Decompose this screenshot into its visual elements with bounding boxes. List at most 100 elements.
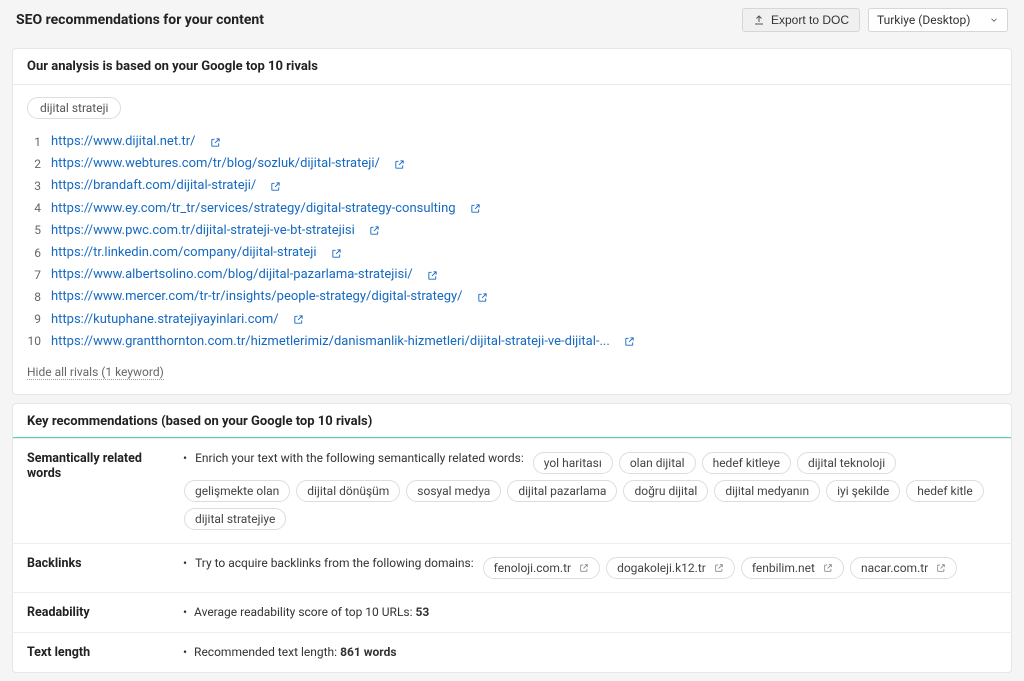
backlink-domain-pill[interactable]: fenbilim.net (741, 557, 844, 579)
external-link-icon[interactable] (331, 248, 342, 259)
bullet-icon: • (183, 556, 187, 570)
rival-link[interactable]: https://www.webtures.com/tr/blog/sozluk/… (51, 155, 380, 173)
rival-link[interactable]: https://kutuphane.stratejiyayinlari.com/ (51, 311, 279, 329)
rival-item: 3 https://brandaft.com/dijital-strateji/ (27, 175, 997, 197)
rivals-card: Our analysis is based on your Google top… (12, 48, 1012, 395)
rival-number: 6 (27, 245, 41, 262)
semantic-word-pill[interactable]: dijital stratejiye (184, 508, 286, 530)
bullet-icon: • (183, 451, 187, 465)
region-select[interactable]: Turkiye (Desktop) (868, 8, 1008, 32)
rival-item: 2 https://www.webtures.com/tr/blog/sozluk… (27, 153, 997, 175)
semantic-word-pill[interactable]: doğru dijital (623, 480, 708, 502)
backlinks-label: Backlinks (13, 544, 183, 592)
rivals-card-body: dijital strateji 1 https://www.dijital.ne… (13, 85, 1011, 394)
rival-number: 5 (27, 222, 41, 239)
external-link-icon[interactable] (369, 225, 380, 236)
semantic-word-pill[interactable]: dijital teknoloji (797, 452, 896, 474)
semantic-label: Semantically related words (13, 439, 183, 543)
hide-rivals-link[interactable]: Hide all rivals (1 keyword) (27, 365, 164, 380)
semantic-word-pill[interactable]: gelişmekte olan (184, 480, 290, 502)
semantic-word-pill[interactable]: hedef kitle (906, 480, 983, 502)
rival-link[interactable]: https://www.albertsolino.com/blog/dijita… (51, 266, 413, 284)
key-recommendations-heading: Key recommendations (based on your Googl… (13, 404, 1011, 438)
semantic-word-pill[interactable]: hedef kitleye (702, 452, 791, 474)
page-title: SEO recommendations for your content (16, 12, 264, 28)
header-actions: Export to DOC Turkiye (Desktop) (742, 8, 1008, 32)
semantic-word-pill[interactable]: dijital pazarlama (507, 480, 617, 502)
semantic-word-pill[interactable]: dijital dönüşüm (296, 480, 400, 502)
rival-number: 7 (27, 267, 41, 284)
bullet-icon: • (183, 645, 187, 659)
readability-text: Average readability score of top 10 URLs… (194, 605, 415, 619)
external-link-icon (714, 563, 724, 573)
rival-item: 1 https://www.dijital.net.tr/ (27, 131, 997, 153)
semantic-word-pill[interactable]: iyi şekilde (826, 480, 900, 502)
backlinks-row: Backlinks • Try to acquire backlinks fro… (13, 543, 1011, 592)
semantic-word-pill[interactable]: dijital medyanın (714, 480, 820, 502)
external-link-icon[interactable] (210, 137, 221, 148)
textlength-content: • Recommended text length: 861 words (183, 633, 1011, 672)
external-link-icon[interactable] (470, 203, 481, 214)
rival-number: 8 (27, 289, 41, 306)
backlinks-intro: Try to acquire backlinks from the follow… (195, 556, 474, 570)
external-link-icon (579, 563, 589, 573)
semantic-row: Semantically related words • Enrich your… (13, 438, 1011, 543)
region-select-label: Turkiye (Desktop) (877, 13, 970, 27)
backlink-domain-pill[interactable]: dogakoleji.k12.tr (606, 557, 735, 579)
rival-item: 5 https://www.pwc.com.tr/dijital-strateji… (27, 220, 997, 242)
rival-item: 4 https://www.ey.com/tr_tr/services/strat… (27, 198, 997, 220)
textlength-row: Text length • Recommended text length: 8… (13, 632, 1011, 672)
textlength-text: Recommended text length: (194, 645, 340, 659)
chevron-down-icon (989, 15, 999, 25)
upload-icon (753, 14, 765, 26)
external-link-icon[interactable] (293, 314, 304, 325)
rival-link[interactable]: https://www.grantthornton.com.tr/hizmetl… (51, 333, 610, 351)
external-link-icon[interactable] (624, 336, 635, 347)
rival-item: 8 https://www.mercer.com/tr-tr/insights/p… (27, 286, 997, 308)
external-link-icon[interactable] (477, 292, 488, 303)
readability-value: 53 (415, 605, 429, 619)
rival-number: 2 (27, 156, 41, 173)
rival-link[interactable]: https://www.pwc.com.tr/dijital-strateji-… (51, 222, 355, 240)
readability-label: Readability (13, 593, 183, 632)
backlink-domain-pill[interactable]: nacar.com.tr (850, 557, 957, 579)
textlength-label: Text length (13, 633, 183, 672)
backlink-domain-pill[interactable]: fenoloji.com.tr (483, 557, 600, 579)
rival-link[interactable]: https://brandaft.com/dijital-strateji/ (51, 177, 256, 195)
textlength-value: 861 words (340, 645, 396, 659)
rival-number: 1 (27, 134, 41, 151)
rival-number: 9 (27, 311, 41, 328)
rival-link[interactable]: https://www.ey.com/tr_tr/services/strate… (51, 200, 456, 218)
external-link-icon[interactable] (427, 270, 438, 281)
key-recommendations-card: Key recommendations (based on your Googl… (12, 403, 1012, 673)
rivals-list: 1 https://www.dijital.net.tr/2 https://www… (27, 131, 997, 353)
export-button[interactable]: Export to DOC (742, 8, 860, 32)
external-link-icon (823, 563, 833, 573)
external-link-icon (936, 563, 946, 573)
rival-item: 10 https://www.grantthornton.com.tr/hizme… (27, 331, 997, 353)
keyword-tag[interactable]: dijital strateji (27, 97, 121, 119)
readability-row: Readability • Average readability score … (13, 592, 1011, 632)
semantic-content: • Enrich your text with the following se… (183, 439, 1011, 543)
semantic-word-pill[interactable]: olan dijital (619, 452, 696, 474)
external-link-icon[interactable] (270, 181, 281, 192)
rival-item: 7 https://www.albertsolino.com/blog/dijit… (27, 264, 997, 286)
semantic-word-pill[interactable]: yol haritası (533, 452, 613, 474)
export-button-label: Export to DOC (771, 13, 849, 27)
external-link-icon[interactable] (394, 159, 405, 170)
semantic-intro: Enrich your text with the following sema… (195, 451, 524, 465)
bullet-icon: • (183, 605, 187, 619)
rival-number: 3 (27, 178, 41, 195)
rival-number: 4 (27, 200, 41, 217)
readability-content: • Average readability score of top 10 UR… (183, 593, 1011, 632)
rivals-card-heading: Our analysis is based on your Google top… (13, 49, 1011, 85)
rival-item: 9 https://kutuphane.stratejiyayinlari.com… (27, 309, 997, 331)
rival-link[interactable]: https://tr.linkedin.com/company/dijital-… (51, 244, 317, 262)
header-bar: SEO recommendations for your content Exp… (0, 0, 1024, 40)
rival-number: 10 (27, 333, 41, 350)
semantic-word-pill[interactable]: sosyal medya (406, 480, 501, 502)
rival-link[interactable]: https://www.dijital.net.tr/ (51, 133, 196, 151)
rival-item: 6 https://tr.linkedin.com/company/dijital… (27, 242, 997, 264)
rival-link[interactable]: https://www.mercer.com/tr-tr/insights/pe… (51, 288, 463, 306)
backlinks-content: • Try to acquire backlinks from the foll… (183, 544, 1011, 592)
